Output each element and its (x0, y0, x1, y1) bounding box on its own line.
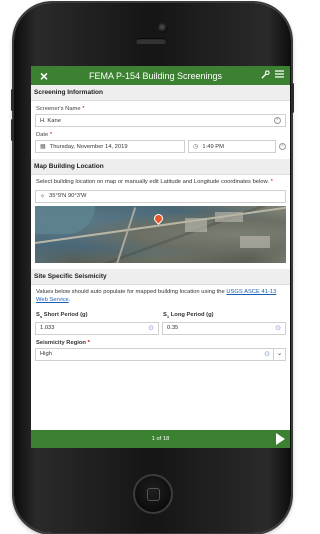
date-label: Date * (31, 127, 290, 140)
map-road (115, 206, 137, 263)
seismicity-desc-suffix: . (68, 296, 71, 303)
seismicity-region-label-text: Seismicity Region (36, 339, 86, 346)
front-camera (158, 23, 168, 33)
long-period-value: 0.35 (167, 325, 179, 332)
map-pin-icon[interactable] (152, 211, 165, 225)
hamburger-menu-icon (274, 70, 284, 78)
app-header: × FEMA P-154 Building Screenings (31, 66, 290, 85)
info-icon[interactable]: ⊙ (264, 350, 270, 358)
screener-name-label-text: Screener's Name (36, 106, 81, 112)
volume-button (11, 119, 14, 141)
calendar-icon: ▦ (40, 144, 46, 150)
section-screening-info: Screening Information (31, 85, 290, 101)
required-mark: * (82, 106, 85, 112)
screener-name-value: H. Kane (40, 117, 61, 124)
seismicity-region-label: Seismicity Region * (31, 335, 290, 348)
short-period-input[interactable]: 1.033 ⊙ (35, 321, 159, 335)
seismicity-description: Values below should auto populate for ma… (31, 285, 290, 308)
close-icon[interactable]: × (35, 68, 53, 84)
home-button[interactable] (133, 474, 173, 514)
app-screen: × FEMA P-154 Building Screenings Screeni… (31, 66, 290, 448)
short-period-value: 1.033 (40, 325, 55, 332)
location-map[interactable] (35, 205, 286, 263)
pager-text: 1 of 18 (151, 436, 170, 442)
short-period-label-text: Short Period (g) (43, 312, 88, 319)
required-mark: * (87, 339, 90, 346)
map-water (35, 205, 95, 234)
section-site-seismicity: Site Specific Seismicity (31, 268, 290, 285)
required-mark: * (270, 179, 273, 185)
app-title: FEMA P-154 Building Screenings (88, 70, 223, 81)
info-icon[interactable]: ⊙ (275, 324, 281, 332)
date-value: Thursday, November 14, 2019 (49, 143, 128, 150)
time-input[interactable]: ◷ 1:49 PM (188, 140, 276, 153)
seismicity-desc-prefix: Values below should auto populate for ma… (36, 288, 227, 295)
next-arrow-icon[interactable] (276, 433, 285, 445)
s-subscript: s (39, 314, 43, 320)
location-target-icon[interactable]: ✧ (40, 193, 45, 200)
wrench-icon[interactable] (258, 69, 272, 82)
date-time-row: ▦ Thursday, November 14, 2019 ◷ 1:49 PM … (35, 140, 286, 153)
short-period-label: Ss Short Period (g) (35, 307, 159, 321)
info-icon[interactable]: ⊙ (148, 324, 154, 332)
earpiece-speaker (136, 38, 166, 44)
period-inputs: 1.033 ⊙ 0.35 ⊙ (35, 321, 286, 335)
period-labels: Ss Short Period (g) S1 Long Period (g) (35, 307, 286, 321)
date-label-text: Date (36, 132, 49, 138)
chevron-down-icon[interactable]: ⌄ (273, 347, 285, 361)
map-description-text: Select building location on map or manua… (36, 179, 269, 185)
map-block (240, 235, 270, 248)
seismicity-region-select[interactable]: High ⊙ ⌄ (35, 347, 286, 361)
long-period-input[interactable]: 0.35 ⊙ (162, 321, 286, 335)
l-subscript: 1 (166, 314, 170, 320)
coordinates-input[interactable]: ✧ 35°9'N 90°3'W (35, 189, 286, 203)
home-square-icon (147, 488, 160, 501)
clock-icon: ◷ (193, 144, 199, 150)
time-value: 1:49 PM (202, 143, 224, 150)
power-button (291, 83, 294, 113)
screener-name-input[interactable]: H. Kane × (35, 114, 286, 127)
seismicity-region-value: High (40, 351, 52, 358)
long-period-label-text: Long Period (g) (170, 312, 214, 319)
clear-icon[interactable]: × (274, 117, 281, 124)
bottom-pager-bar: 1 of 18 (31, 430, 290, 448)
section-map-location: Map Building Location (31, 159, 290, 175)
map-description: Select building location on map or manua… (31, 175, 290, 190)
date-input[interactable]: ▦ Thursday, November 14, 2019 (35, 140, 186, 153)
coordinates-value: 35°9'N 90°3'W (49, 193, 87, 200)
clear-icon[interactable]: × (279, 143, 286, 150)
required-mark: * (49, 132, 53, 138)
menu-icon[interactable] (272, 70, 286, 81)
volume-button (11, 89, 14, 111)
wrench-icon-svg (260, 69, 270, 79)
long-period-label: S1 Long Period (g) (162, 307, 286, 321)
screener-name-label: Screener's Name * (31, 101, 290, 114)
